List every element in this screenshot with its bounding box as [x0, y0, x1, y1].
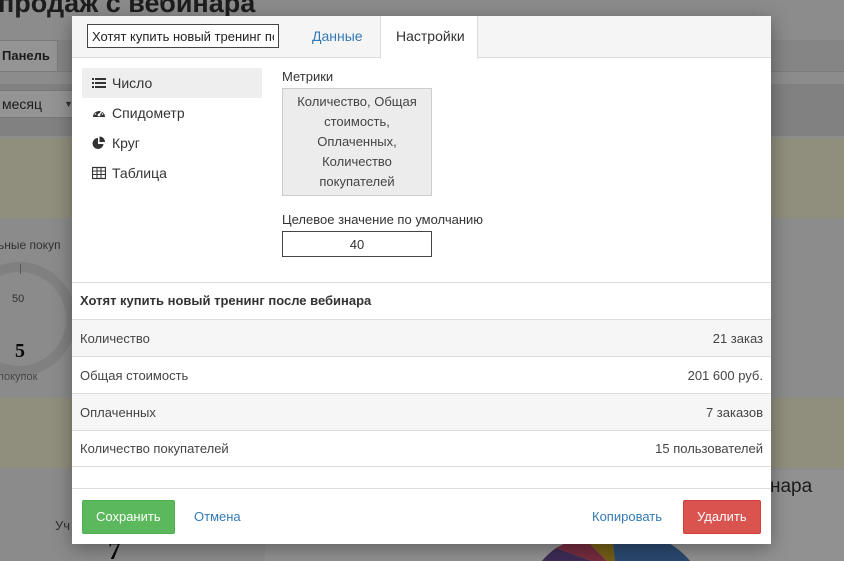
- table-row: Общая стоимость 201 600 руб.: [72, 356, 771, 393]
- preview-title: Хотят купить новый тренинг после вебинар…: [80, 293, 372, 308]
- metrics-select[interactable]: Количество, Общая стоимость, Оплаченных,…: [282, 88, 432, 196]
- metrics-line: Количество, Общая: [297, 94, 417, 109]
- widget-type-number[interactable]: Число: [82, 68, 262, 98]
- widget-settings-modal: Данные Настройки Число Спидометр: [72, 16, 771, 544]
- metrics-line: покупателей: [319, 174, 395, 189]
- widget-type-label: Круг: [112, 135, 140, 151]
- row-label: Количество покупателей: [80, 441, 229, 456]
- delete-button[interactable]: Удалить: [683, 500, 761, 534]
- table-row: Количество 21 заказ: [72, 319, 771, 356]
- row-label: Количество: [80, 330, 150, 346]
- save-button[interactable]: Сохранить: [82, 500, 175, 534]
- widget-type-speedometer[interactable]: Спидометр: [82, 98, 262, 128]
- row-value: 21 заказ: [712, 330, 763, 346]
- cancel-button[interactable]: Отмена: [180, 500, 255, 534]
- metrics-line: Количество: [322, 154, 392, 169]
- metrics-line: стоимость,: [324, 114, 390, 129]
- widget-type-label: Число: [112, 75, 153, 91]
- speedometer-icon: [93, 110, 105, 117]
- table-row: Оплаченных 7 заказов: [72, 393, 771, 430]
- list-icon: [92, 78, 106, 88]
- table-icon: [92, 166, 106, 180]
- widget-name-input[interactable]: [87, 24, 279, 48]
- metrics-line: Оплаченных,: [317, 134, 397, 149]
- modal-header: Данные Настройки: [72, 16, 771, 59]
- row-label: Общая стоимость: [80, 367, 189, 383]
- tab-data[interactable]: Данные: [297, 16, 378, 58]
- copy-button[interactable]: Копировать: [578, 500, 676, 534]
- target-value-input[interactable]: [282, 231, 432, 257]
- table-row: Количество покупателей 15 пользователей: [72, 430, 771, 467]
- widget-type-list: Число Спидометр Круг Таблица: [82, 68, 262, 188]
- row-value: 7 заказов: [705, 404, 763, 420]
- widget-type-label: Таблица: [112, 165, 167, 181]
- row-value: 15 пользователей: [655, 441, 763, 456]
- row-label: Оплаченных: [80, 404, 156, 420]
- pie-chart-icon: [92, 136, 105, 149]
- row-value: 201 600 руб.: [687, 367, 763, 383]
- target-value-label: Целевое значение по умолчанию: [282, 212, 484, 227]
- modal-footer: Сохранить Отмена Копировать Удалить: [72, 488, 771, 544]
- tab-settings[interactable]: Настройки: [380, 16, 478, 59]
- widget-type-circle[interactable]: Круг: [82, 128, 262, 158]
- widget-type-table[interactable]: Таблица: [82, 158, 262, 188]
- metrics-label: Метрики: [282, 69, 334, 84]
- preview-table: Количество 21 заказ Общая стоимость 201 …: [72, 319, 771, 467]
- widget-type-label: Спидометр: [112, 105, 185, 121]
- divider: [72, 282, 771, 283]
